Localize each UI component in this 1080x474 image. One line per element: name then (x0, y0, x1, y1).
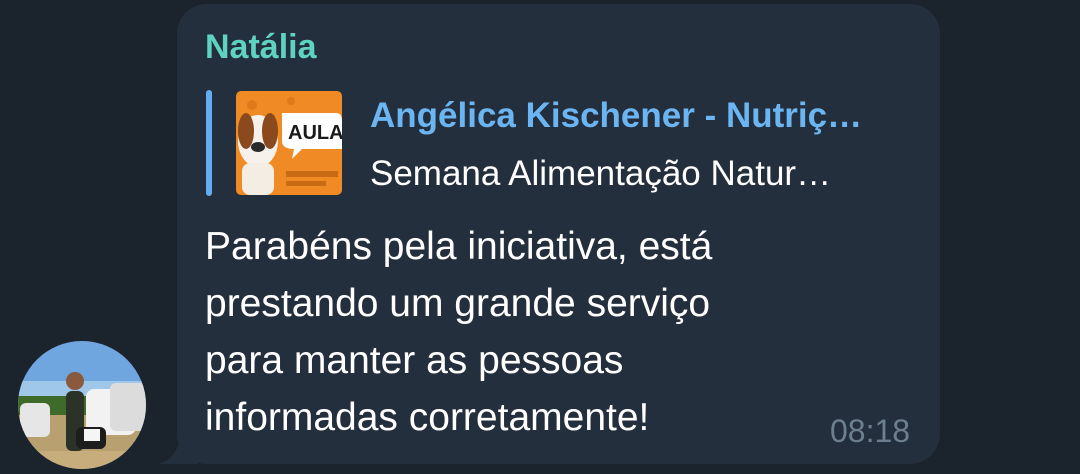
reply-thumbnail: AULA (236, 91, 342, 195)
avatar-photo-icon (18, 341, 146, 469)
sender-avatar[interactable] (18, 341, 146, 469)
reply-title: Angélica Kischener - Nutriç… (370, 96, 863, 135)
reply-preview[interactable]: AULA Angélica Kischener - Nutriç… Semana… (206, 90, 911, 196)
reply-accent-bar (206, 90, 212, 196)
chat-screen: Natália AULA Angélica Kischener - Nutriç… (0, 0, 1080, 474)
thumbnail-label: AULA (288, 122, 342, 144)
dog-thumbnail-icon: AULA (236, 91, 342, 195)
message-timestamp: 08:18 (830, 413, 911, 449)
reply-subtitle: Semana Alimentação Natur… (370, 154, 832, 193)
sender-name[interactable]: Natália (205, 28, 317, 67)
message-text: Parabéns pela iniciativa, está prestando… (205, 225, 713, 439)
